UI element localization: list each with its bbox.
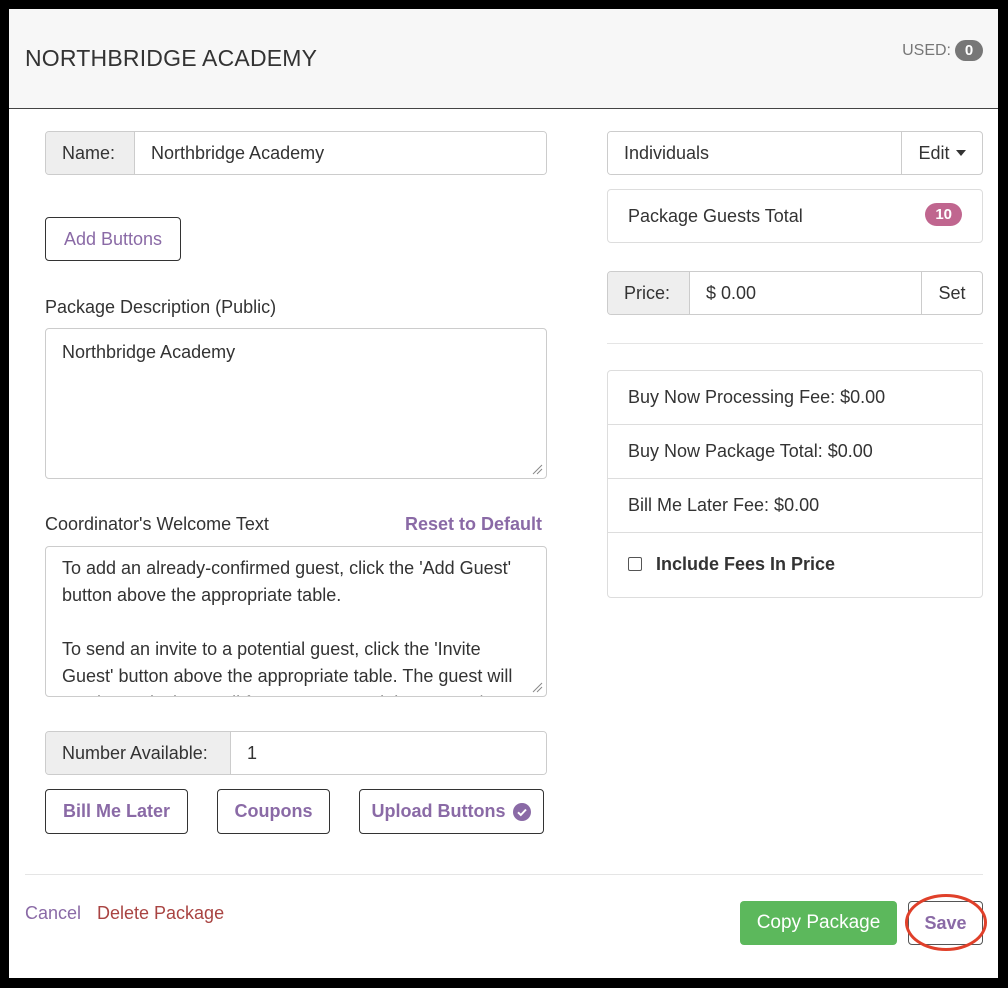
package-total-row: Buy Now Package Total: $0.00 [608, 425, 982, 479]
number-available-label: Number Available: [46, 732, 231, 774]
include-fees-label[interactable]: Include Fees In Price [656, 554, 835, 575]
number-available-input[interactable]: 1 [231, 732, 546, 774]
welcome-text-label: Coordinator's Welcome Text [45, 514, 269, 534]
bill-later-fee-row: Bill Me Later Fee: $0.00 [608, 479, 982, 533]
welcome-paragraph-2: To send an invite to a potential guest, … [62, 639, 513, 696]
upload-buttons-button[interactable]: Upload Buttons [359, 789, 544, 834]
welcome-paragraph-1: To add an already-confirmed guest, click… [62, 558, 512, 605]
package-type-field: Individuals [608, 132, 901, 174]
name-label: Name: [46, 132, 135, 174]
header-bar: NORTHBRIDGE ACADEMY USED: 0 [9, 9, 998, 109]
description-label: Package Description (Public) [45, 297, 277, 317]
welcome-textarea[interactable]: To add an already-confirmed guest, click… [45, 546, 547, 697]
cancel-link[interactable]: Cancel [25, 903, 81, 924]
add-buttons-button[interactable]: Add Buttons [45, 217, 181, 261]
upload-buttons-label: Upload Buttons [371, 801, 506, 821]
guests-total-badge: 10 [925, 203, 962, 226]
package-editor-window: NORTHBRIDGE ACADEMY USED: 0 Name: Northb… [9, 9, 998, 978]
number-available-group: Number Available: 1 [45, 731, 547, 775]
guests-total-panel: Package Guests Total 10 [607, 189, 983, 243]
package-type-group: Individuals Edit [607, 131, 983, 175]
caret-down-icon [955, 150, 966, 156]
price-input[interactable]: $ 0.00 [690, 272, 921, 314]
bill-me-later-button[interactable]: Bill Me Later [45, 789, 188, 834]
guests-total-label: Package Guests Total [628, 206, 803, 226]
price-input-group: Price: $ 0.00 Set [607, 271, 983, 315]
reset-to-default-link[interactable]: Reset to Default [405, 514, 542, 535]
fees-panel: Buy Now Processing Fee: $0.00 Buy Now Pa… [607, 370, 983, 598]
include-fees-row: Include Fees In Price [608, 533, 982, 595]
check-circle-icon [513, 802, 532, 821]
name-input[interactable]: Northbridge Academy [135, 132, 546, 174]
footer-divider [25, 874, 983, 875]
description-text: Northbridge Academy [62, 342, 236, 362]
name-input-group: Name: Northbridge Academy [45, 131, 547, 175]
divider [607, 343, 983, 344]
edit-label: Edit [918, 142, 950, 163]
include-fees-checkbox[interactable] [628, 557, 642, 571]
used-count-badge: 0 [955, 40, 983, 61]
used-label: USED: [902, 41, 951, 59]
used-indicator: USED: 0 [902, 40, 983, 61]
set-price-button[interactable]: Set [921, 272, 982, 314]
coupons-button[interactable]: Coupons [217, 789, 330, 834]
price-label: Price: [608, 272, 690, 314]
resize-grip-icon[interactable] [531, 681, 543, 693]
edit-dropdown-button[interactable]: Edit [901, 132, 982, 174]
delete-package-link[interactable]: Delete Package [97, 903, 224, 924]
copy-package-button[interactable]: Copy Package [740, 901, 897, 945]
page-title: NORTHBRIDGE ACADEMY [25, 45, 318, 71]
description-textarea[interactable]: Northbridge Academy [45, 328, 547, 479]
resize-grip-icon[interactable] [531, 463, 543, 475]
save-button[interactable]: Save [908, 901, 983, 945]
processing-fee-row: Buy Now Processing Fee: $0.00 [608, 371, 982, 425]
